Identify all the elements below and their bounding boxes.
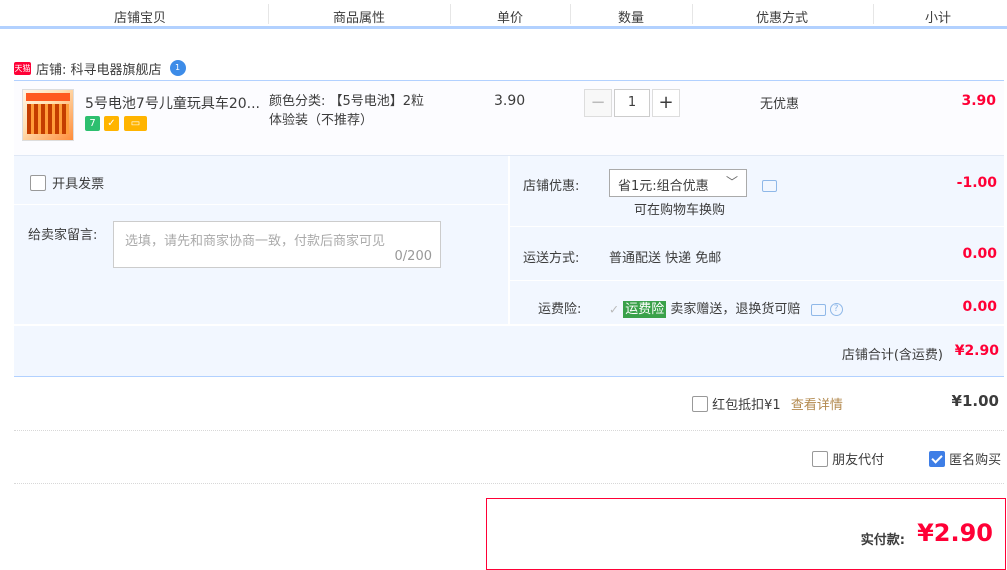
invoice-checkbox[interactable] [30,174,46,191]
col-header-unit-price: 单价 [496,11,524,26]
payment-summary-box: 实付款: ¥2.90 [486,498,1006,570]
col-divider [268,4,269,24]
product-attributes: 颜色分类: 【5号电池】2粒 体验装（不推荐） [269,92,424,130]
comment-icon[interactable] [762,179,777,192]
increase-quantity-button[interactable]: + [652,89,680,117]
col-divider [450,4,451,24]
chevron-down-icon: ﹀ [725,175,738,189]
attr-line-1: 颜色分类: 【5号电池】2粒 [269,94,425,109]
col-header-shop-item: 店铺宝贝 [113,11,167,26]
quantity-input[interactable]: 1 [614,89,650,117]
invoice-label: 开具发票 [52,177,105,192]
redpacket-option[interactable]: 红包抵扣¥1 查看详情 [692,394,843,413]
insurance-amount: 0.00 [962,299,997,315]
decrease-quantity-button[interactable]: − [584,89,612,117]
dotted-divider [14,483,1004,484]
friend-pay-checkbox[interactable] [812,450,828,467]
product-title[interactable]: 5号电池7号儿童玩具车20... [85,93,260,113]
panel-divider [510,226,1004,227]
redpacket-label: 红包抵扣¥1 [712,398,781,413]
message-char-counter: 0/200 [394,249,432,264]
col-divider [692,4,693,24]
guarantee-icon: ✓ [104,116,119,131]
dotted-divider [14,430,1004,431]
panel-divider [510,280,1004,281]
shop-discount-select[interactable]: 省1元:组合优惠 ﹀ [609,169,747,197]
shipping-label: 运送方式: [523,251,580,266]
wangwang-chat-icon[interactable]: 1 [169,60,186,76]
comment-icon[interactable] [810,303,826,316]
insurance-tag: 运费险 [623,301,667,318]
attr-line-2: 体验装（不推荐） [269,113,374,128]
col-header-quantity: 数量 [617,11,645,26]
shop-total-label: 店铺合计(含运费) [841,348,943,363]
column-header-bar: 店铺宝贝 商品属性 单价 数量 优惠方式 小计 [0,0,1007,29]
seven-day-return-icon: 7 [85,116,100,131]
anonymous-checkbox[interactable] [929,450,945,467]
payment-label: 实付款: [860,533,905,548]
quantity-stepper: − 1 + [584,89,680,117]
unit-price: 3.90 [494,93,526,109]
insurance-option: ✓ 运费险 卖家赠送，退换货可赔 ? [609,298,843,318]
shipping-amount: 0.00 [962,246,997,262]
col-header-attributes: 商品属性 [332,11,386,26]
friend-pay-option[interactable]: 朋友代付 [812,449,884,468]
item-subtotal: 3.90 [961,93,996,109]
shop-name[interactable]: 店铺: 科寻电器旗舰店 [36,59,162,78]
tmall-logo-icon: 天猫 [14,61,31,75]
shop-discount-label: 店铺优惠: [523,179,580,194]
insurance-label: 运费险: [538,302,582,317]
shipping-method: 普通配送 快递 免邮 [609,251,722,266]
col-header-discount: 优惠方式 [755,11,809,26]
col-header-subtotal: 小计 [924,11,952,26]
redpacket-details-link[interactable]: 查看详情 [791,398,843,413]
redpacket-checkbox[interactable] [692,395,708,412]
insurance-text: 卖家赠送，退换货可赔 [670,302,801,317]
invoice-option[interactable]: 开具发票 [30,173,104,192]
order-item-row: 5号电池7号儿童玩具车20... 7 ✓ ▭ 颜色分类: 【5号电池】2粒 体验… [14,80,1004,156]
col-divider [873,4,874,24]
message-placeholder: 选填，请先和商家协商一致，付款后商家可见 [125,234,386,249]
help-icon[interactable]: ? [829,303,843,316]
shop-discount-selected: 省1元:组合优惠 [618,179,709,194]
shop-discount-amount: -1.00 [956,175,997,191]
friend-pay-label: 朋友代付 [832,453,885,468]
product-thumbnail[interactable] [22,89,74,141]
insurance-checkbox: ✓ [609,302,620,317]
discount-method: 无优惠 [760,97,800,112]
shop-line: 天猫 店铺: 科寻电器旗舰店 1 [14,56,186,80]
col-divider [570,4,571,24]
shop-discount-note: 可在购物车换购 [634,203,726,218]
shop-total-amount: ¥2.90 [954,343,999,359]
thumbnail-battery-graphic [27,104,69,134]
thumbnail-banner [26,93,70,101]
payment-amount: ¥2.90 [917,519,993,547]
seller-message-input[interactable]: 选填，请先和商家协商一致，付款后商家可见 0/200 [113,221,441,268]
panel-divider [14,204,508,205]
message-label: 给卖家留言: [28,228,98,243]
anonymous-label: 匿名购买 [949,453,1002,468]
credit-card-icon: ▭ [124,116,147,131]
anonymous-option[interactable]: 匿名购买 [929,449,1001,468]
redpacket-amount: ¥1.00 [951,392,999,410]
